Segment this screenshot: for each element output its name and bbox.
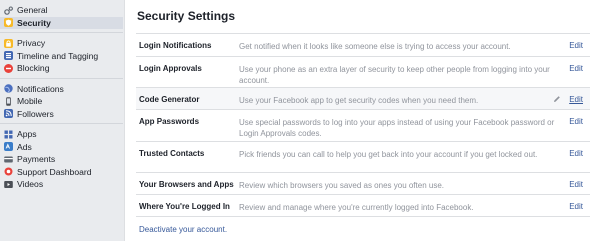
globe-icon <box>4 84 13 93</box>
setting-row-code-generator[interactable]: Code Generator Use your Facebook app to g… <box>136 88 590 110</box>
sidebar-item-notifications[interactable]: Notifications <box>0 83 123 96</box>
edit-link[interactable]: Edit <box>569 180 583 189</box>
sidebar-item-label: Payments <box>17 154 56 165</box>
sidebar-item-payments[interactable]: Payments <box>0 153 123 166</box>
sidebar-item-blocking[interactable]: Blocking <box>0 62 123 75</box>
setting-label: Your Browsers and Apps <box>139 180 234 189</box>
ads-icon <box>4 142 13 152</box>
payments-icon <box>4 155 13 164</box>
edit-link[interactable]: Edit <box>569 95 583 104</box>
sidebar-item-label: Apps <box>17 129 37 140</box>
sidebar-item-label: Support Dashboard <box>17 166 92 177</box>
setting-row-login-approvals[interactable]: Login Approvals Use your phone as an extr… <box>136 57 590 88</box>
sidebar-item-timeline-and-tagging[interactable]: Timeline and Tagging <box>0 50 123 63</box>
setting-description: Use your phone as an extra layer of secu… <box>239 65 550 85</box>
shield-icon <box>4 18 13 28</box>
sidebar-group: Privacy Timeline and Tagging Blocking <box>0 33 123 79</box>
sidebar-item-label: Blocking <box>17 63 50 74</box>
setting-row-where-you-re-logged-in[interactable]: Where You're Logged In Review and manage … <box>136 195 590 217</box>
lifebuoy-icon <box>4 167 13 176</box>
security-settings-list: Login Notifications Get notified when it … <box>136 33 590 217</box>
setting-label: App Passwords <box>139 117 200 126</box>
sidebar-item-label: General <box>17 5 48 16</box>
block-icon <box>4 63 13 73</box>
setting-row-app-passwords[interactable]: App Passwords Use special passwords to lo… <box>136 110 590 142</box>
edit-link[interactable]: Edit <box>569 117 583 126</box>
setting-label: Code Generator <box>139 95 200 104</box>
rss-icon <box>4 109 13 119</box>
setting-description: Pick friends you can call to help you ge… <box>239 150 538 159</box>
sidebar-item-apps[interactable]: Apps <box>0 128 123 141</box>
sidebar-item-support-dashboard[interactable]: Support Dashboard <box>0 166 123 179</box>
setting-row-login-notifications[interactable]: Login Notifications Get notified when it … <box>136 34 590 57</box>
mobile-icon <box>4 97 13 106</box>
timeline-icon <box>4 51 13 61</box>
videos-icon <box>4 180 13 189</box>
sidebar-item-label: Privacy <box>17 38 46 49</box>
deactivate-account-link[interactable]: Deactivate your account. <box>139 225 227 234</box>
settings-sidebar: General Security Privacy Timeline and Taggi… <box>0 0 123 241</box>
sidebar-item-label: Security <box>17 17 51 28</box>
sidebar-item-label: Notifications <box>17 83 64 94</box>
sidebar-item-label: Timeline and Tagging <box>17 50 99 61</box>
sidebar-item-label: Ads <box>17 141 32 152</box>
sidebar-item-privacy[interactable]: Privacy <box>0 37 123 50</box>
setting-row-your-browsers-and-apps[interactable]: Your Browsers and Apps Review which brows… <box>136 173 590 195</box>
setting-description: Use your Facebook app to get security co… <box>239 96 479 105</box>
page-title: Security Settings <box>137 9 236 23</box>
sidebar-item-label: Followers <box>17 108 54 119</box>
sidebar-item-videos[interactable]: Videos <box>0 178 123 191</box>
lock-icon <box>4 38 13 48</box>
sidebar-item-general[interactable]: General <box>0 4 123 17</box>
edit-link[interactable]: Edit <box>569 149 583 158</box>
apps-icon <box>4 130 13 139</box>
security-settings-panel: Security Settings Login Notifications Get… <box>124 0 600 241</box>
setting-description: Use special passwords to log into your a… <box>239 118 555 138</box>
sidebar-item-label: Videos <box>17 179 44 190</box>
gears-icon <box>4 6 13 15</box>
edit-link[interactable]: Edit <box>569 41 583 50</box>
sidebar-group: Notifications Mobile Followers <box>0 79 123 124</box>
setting-label: Trusted Contacts <box>139 149 205 158</box>
sidebar-group: General Security <box>0 0 123 33</box>
edit-link[interactable]: Edit <box>569 64 583 73</box>
sidebar-item-security[interactable]: Security <box>0 16 123 29</box>
sidebar-item-followers[interactable]: Followers <box>0 108 123 121</box>
setting-label: Login Approvals <box>139 64 202 73</box>
sidebar-item-ads[interactable]: Ads <box>0 141 123 154</box>
setting-label: Login Notifications <box>139 41 212 50</box>
sidebar-item-mobile[interactable]: Mobile <box>0 95 123 108</box>
sidebar-group: Apps Ads Payments Support Dashboard Videos <box>0 124 123 194</box>
pencil-icon <box>553 95 561 103</box>
setting-label: Where You're Logged In <box>139 202 230 211</box>
setting-description: Review and manage where you're currently… <box>239 203 474 212</box>
setting-description: Review which browsers you saved as ones … <box>239 181 444 190</box>
setting-row-trusted-contacts[interactable]: Trusted Contacts Pick friends you can cal… <box>136 142 590 173</box>
sidebar-item-label: Mobile <box>17 96 43 107</box>
setting-description: Get notified when it looks like someone … <box>239 42 511 51</box>
edit-link[interactable]: Edit <box>569 202 583 211</box>
